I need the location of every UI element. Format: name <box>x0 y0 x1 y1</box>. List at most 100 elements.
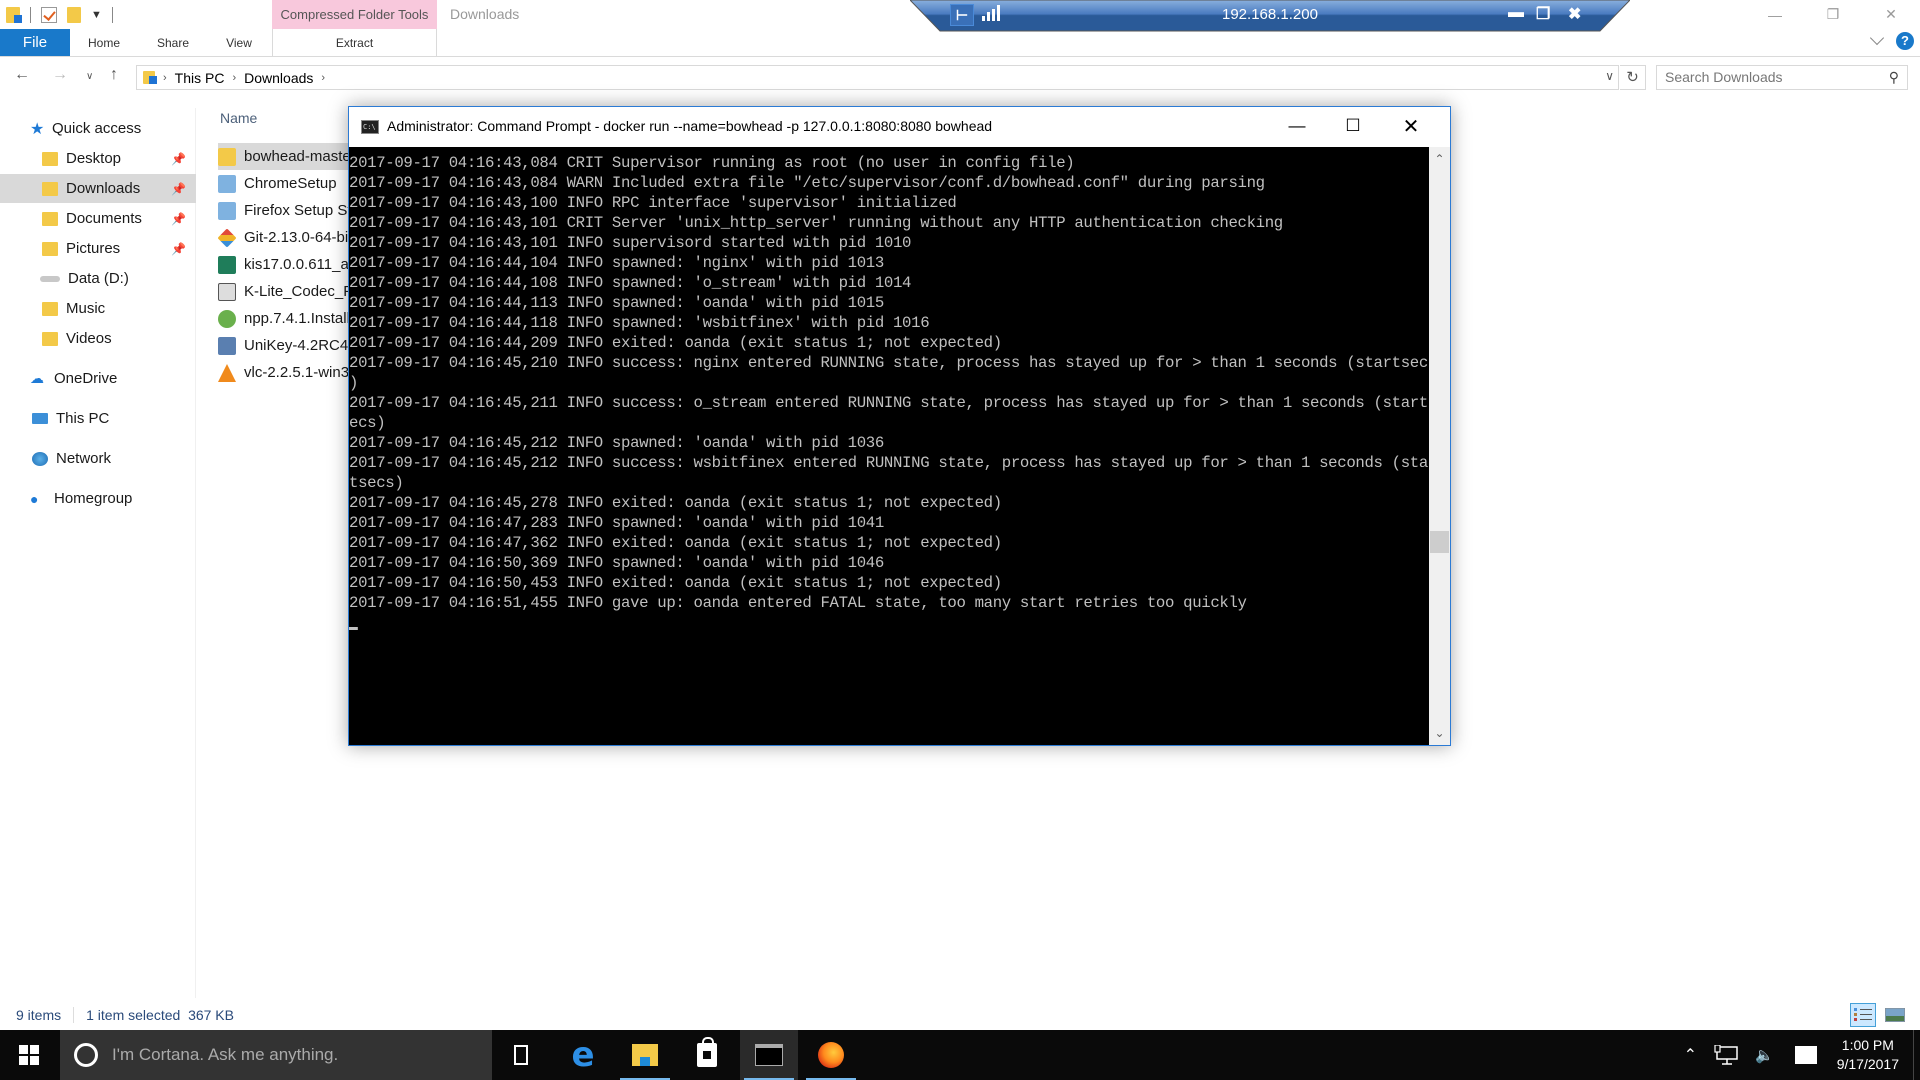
search-input[interactable] <box>1665 69 1875 85</box>
tab-extract[interactable]: Extract <box>272 29 437 57</box>
cmd-scrollbar[interactable]: ⌃ ⌄ <box>1429 147 1450 745</box>
details-view-button[interactable] <box>1850 1003 1876 1027</box>
file-item[interactable]: vlc-2.2.5.1-win32 <box>218 359 358 386</box>
file-item[interactable]: kis17.0.0.611_abcde <box>218 251 358 278</box>
breadcrumb-this-pc[interactable]: This PC <box>175 70 225 86</box>
new-folder-icon[interactable] <box>67 7 81 23</box>
nav-homegroup[interactable]: ● Homegroup <box>0 484 196 513</box>
file-name: bowhead-master <box>244 148 356 165</box>
nav-documents[interactable]: Documents 📌 <box>0 204 196 233</box>
breadcrumb-separator[interactable]: › <box>321 72 325 84</box>
console-line: 2017-09-17 04:16:43,100 INFO RPC interfa… <box>349 194 957 212</box>
nav-this-pc[interactable]: This PC <box>0 404 196 433</box>
downloads-folder-icon <box>6 7 22 23</box>
file-item[interactable]: UniKey-4.2RC4 <box>218 332 358 359</box>
nav-desktop[interactable]: Desktop 📌 <box>0 144 196 173</box>
restore-button[interactable]: ❐ <box>1804 0 1862 29</box>
customize-toolbar-icon[interactable]: ▼ <box>91 9 102 21</box>
command-prompt-window[interactable]: C:\ Administrator: Command Prompt - dock… <box>348 106 1451 746</box>
nav-label: This PC <box>56 410 110 427</box>
pin-icon[interactable]: 📌 <box>171 152 186 166</box>
remote-minimize-button[interactable]: ▬ <box>1508 4 1524 22</box>
connection-quality-icon[interactable] <box>982 5 1000 21</box>
music-folder-icon <box>42 301 58 316</box>
remote-restore-button[interactable]: ❐ <box>1536 4 1550 24</box>
file-item[interactable]: Git-2.13.0-64-bit <box>218 224 358 251</box>
nav-quick-access[interactable]: ★ Quick access <box>0 114 196 143</box>
tab-view[interactable]: View <box>208 29 270 57</box>
windows-logo-icon <box>19 1045 39 1065</box>
this-pc-icon <box>32 413 48 424</box>
volume-icon[interactable]: 🔈 <box>1755 1046 1774 1064</box>
scroll-up-icon[interactable]: ⌃ <box>1429 149 1450 169</box>
refresh-button[interactable]: ↻ <box>1620 65 1646 90</box>
action-center-icon[interactable] <box>1794 1046 1817 1064</box>
cortana-search-box[interactable]: I'm Cortana. Ask me anything. <box>60 1030 492 1080</box>
taskbar-firefox[interactable] <box>802 1030 860 1080</box>
nav-pictures[interactable]: Pictures 📌 <box>0 234 196 263</box>
show-hidden-icons-button[interactable]: ⌃ <box>1684 1045 1697 1065</box>
properties-icon[interactable] <box>41 7 57 23</box>
command-prompt-icon: C:\ <box>361 120 379 134</box>
minimize-button[interactable]: — <box>1746 0 1804 29</box>
nav-downloads[interactable]: Downloads 📌 <box>0 174 196 203</box>
remote-close-button[interactable]: ✖ <box>1568 4 1581 24</box>
breadcrumb-separator: › <box>163 71 167 84</box>
taskbar-edge[interactable]: e <box>554 1030 612 1080</box>
pin-connection-bar-button[interactable]: ⊢ <box>950 4 974 26</box>
file-item[interactable]: bowhead-master <box>218 143 358 170</box>
search-box[interactable]: ⚲ <box>1656 65 1908 90</box>
scrollbar-thumb[interactable] <box>1430 531 1449 553</box>
nav-videos[interactable]: Videos <box>0 324 196 353</box>
scroll-down-icon[interactable]: ⌄ <box>1429 723 1450 743</box>
task-view-button[interactable] <box>492 1030 550 1080</box>
cmd-title-bar[interactable]: C:\ Administrator: Command Prompt - dock… <box>349 107 1450 147</box>
breadcrumb-downloads[interactable]: Downloads <box>244 70 313 86</box>
cmd-close-button[interactable]: ✕ <box>1383 111 1439 141</box>
tab-file[interactable]: File <box>0 29 70 56</box>
file-item[interactable]: npp.7.4.1.Installer <box>218 305 358 332</box>
show-desktop-button[interactable] <box>1913 1030 1914 1080</box>
console-line: 2017-09-17 04:16:44,209 INFO exited: oan… <box>349 334 1002 352</box>
forward-button[interactable]: → <box>52 66 68 84</box>
close-button[interactable]: ✕ <box>1862 0 1920 29</box>
up-button[interactable]: ↑ <box>110 66 118 84</box>
file-item[interactable]: ChromeSetup <box>218 170 358 197</box>
pin-icon[interactable]: 📌 <box>171 212 186 226</box>
cmd-maximize-button[interactable]: ☐ <box>1325 111 1381 141</box>
expand-ribbon-icon[interactable] <box>1869 30 1885 46</box>
nav-data-drive[interactable]: Data (D:) <box>0 264 196 293</box>
file-item[interactable]: Firefox Setup Stub <box>218 197 358 224</box>
cortana-icon <box>74 1043 98 1067</box>
large-icons-view-icon <box>1885 1008 1905 1022</box>
taskbar-command-prompt[interactable] <box>740 1030 798 1080</box>
compressed-folder-tools-label: Compressed Folder Tools <box>272 0 437 29</box>
search-icon[interactable]: ⚲ <box>1889 69 1899 86</box>
nav-network[interactable]: Network <box>0 444 196 473</box>
nav-label: Network <box>56 450 112 467</box>
clock[interactable]: 1:00 PM 9/17/2017 <box>1837 1036 1899 1074</box>
address-bar[interactable]: › This PC › Downloads › ∨ <box>136 65 1619 90</box>
console-line: 2017-09-17 04:16:44,118 INFO spawned: 'w… <box>349 314 930 332</box>
console-line: 2017-09-17 04:16:43,101 INFO supervisord… <box>349 234 912 252</box>
recent-locations-button[interactable]: ∨ <box>86 71 93 82</box>
address-dropdown-icon[interactable]: ∨ <box>1605 69 1614 83</box>
nav-onedrive[interactable]: ☁ OneDrive <box>0 364 196 393</box>
taskbar-file-explorer[interactable] <box>616 1030 674 1080</box>
back-button[interactable]: ← <box>14 66 30 84</box>
tab-share[interactable]: Share <box>140 29 206 57</box>
network-status-icon[interactable] <box>1714 1045 1738 1065</box>
taskbar-store[interactable] <box>678 1030 736 1080</box>
tab-home[interactable]: Home <box>70 29 138 57</box>
file-name: ChromeSetup <box>244 175 337 192</box>
large-icons-view-button[interactable] <box>1882 1003 1908 1027</box>
pin-icon[interactable]: 📌 <box>171 182 186 196</box>
nav-music[interactable]: Music <box>0 294 196 323</box>
start-button[interactable] <box>0 1030 58 1080</box>
column-header-name[interactable]: Name <box>220 110 257 126</box>
help-icon[interactable]: ? <box>1896 32 1914 50</box>
cmd-minimize-button[interactable]: — <box>1269 111 1325 141</box>
pin-icon[interactable]: 📌 <box>171 242 186 256</box>
console-output[interactable]: 2017-09-17 04:16:43,084 CRIT Supervisor … <box>349 147 1429 745</box>
file-item[interactable]: K-Lite_Codec_Pack <box>218 278 358 305</box>
